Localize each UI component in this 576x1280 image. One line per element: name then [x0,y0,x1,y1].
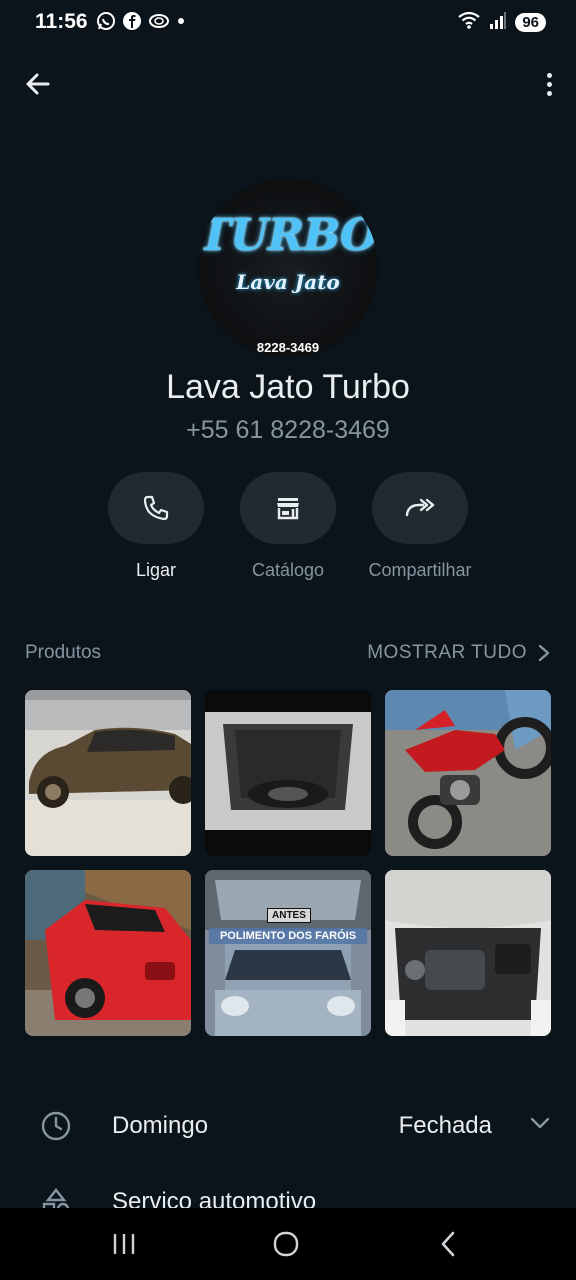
chevron-down-icon [530,1117,550,1129]
call-pill[interactable] [108,472,204,544]
clock-icon [41,1111,71,1141]
avatar-phone-text: 8228-3469 [256,340,320,355]
system-icons: 96 [457,10,546,35]
facebook-icon [122,11,142,36]
more-options-button[interactable] [540,66,558,102]
home-icon [273,1231,299,1257]
products-header: Produtos MOSTRAR TUDO [25,642,551,670]
share-pill[interactable] [372,472,468,544]
recent-apps-button[interactable] [104,1228,144,1260]
home-button[interactable] [266,1228,306,1260]
contact-phone: +55 61 8228-3469 [186,416,390,444]
polish-caption: POLIMENTO DOS FARÓIS [209,928,367,944]
before-badge: ANTES [267,908,311,923]
arrow-left-icon [26,73,50,95]
share-label: Compartilhar [368,560,472,580]
share-icon [405,498,435,517]
avatar-brand-text: TURBO [198,210,378,261]
battery-icon: 96 [515,13,546,32]
back-button[interactable] [20,66,56,102]
phone-icon [143,495,169,521]
product-thumb-engine-bay[interactable] [385,870,551,1036]
show-all-label: MOSTRAR TUDO [367,642,527,663]
system-navigation-bar [0,1208,576,1280]
nav-back-icon [441,1231,455,1257]
profile-avatar[interactable]: TURBO Lava Jato 8228-3469 [198,178,378,358]
avatar-sub-text: Lava Jato [236,270,340,294]
products-title: Produtos [25,642,102,663]
contact-name: Lava Jato Turbo [166,368,410,406]
hours-status: Fechada [398,1112,492,1139]
top-bar [0,56,576,108]
business-hours-row[interactable]: Domingo Fechada [0,1096,576,1156]
more-vertical-icon [546,72,552,78]
share-button[interactable]: Compartilhar [350,472,490,581]
call-button[interactable]: Ligar [86,472,226,581]
dot-icon [176,11,186,36]
nav-back-button[interactable] [428,1228,468,1260]
recent-apps-icon [113,1234,135,1254]
show-all-button[interactable]: MOSTRAR TUDO [367,642,551,664]
wifi-icon [457,10,481,35]
product-thumb-headlight-polish[interactable]: ANTES POLIMENTO DOS FARÓIS [205,870,371,1036]
call-label: Ligar [135,560,177,580]
status-time: 11:56 [35,10,88,33]
hours-day: Domingo [112,1112,209,1139]
catalog-label: Catálogo [251,560,325,580]
store-icon [277,498,299,520]
catalog-button[interactable]: Catálogo [218,472,358,581]
product-thumb-muddy-sedan[interactable] [25,690,191,856]
product-thumb-red-suv[interactable] [25,870,191,1036]
status-bar: 11:56 96 [0,0,576,44]
whatsapp-icon [96,11,116,36]
chevron-right-icon [538,644,550,662]
sync-icon [148,11,170,36]
signal-icon [489,10,507,35]
product-thumb-car-trunk[interactable] [205,690,371,856]
product-thumb-red-motorcycle[interactable] [385,690,551,856]
notification-icons [96,11,186,36]
catalog-pill[interactable] [240,472,336,544]
